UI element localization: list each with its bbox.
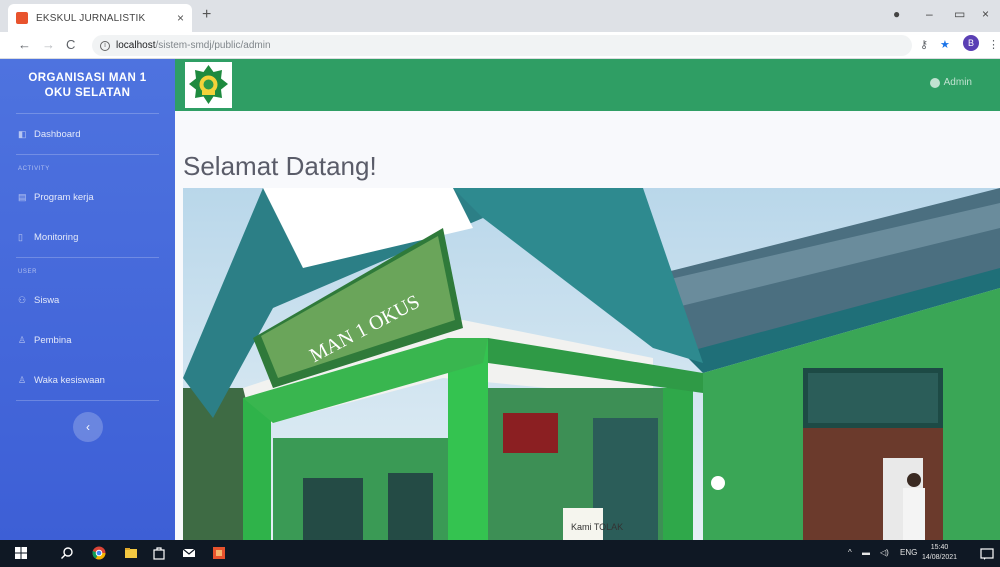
reload-button[interactable]: C [66,37,75,52]
sidebar-item-pembina[interactable]: ♙ Pembina [0,320,175,360]
sidebar-heading-activity: ACTIVITY [18,166,50,172]
sidebar-item-label: Waka kesiswaan [34,374,105,386]
sidebar-item-label: Dashboard [34,128,81,140]
url-host: localhost [116,40,156,51]
sidebar-item-label: Pembina [34,334,72,346]
kemenag-logo-icon [189,65,228,104]
close-window-button[interactable]: × [982,7,989,21]
sidebar-item-siswa[interactable]: ⚇ Siswa [0,280,175,320]
browser-tab-strip: EKSKUL JURNALISTIK × + ● – ▭ × [0,0,1000,32]
tray-chevron-icon[interactable]: ^ [848,548,852,557]
site-info-icon[interactable]: i [100,40,110,51]
sidebar-divider [16,257,159,258]
user-icon: ♙ [18,334,27,345]
main-content: Selamat Datang! MAN 1 OKUS Kami TOLAK [175,111,1000,540]
os-taskbar: ^ ▬ ◁) ENG 15:40 14/08/2021 [0,540,1000,567]
language-indicator[interactable]: ENG [900,548,917,557]
notification-icon[interactable] [980,547,994,561]
sidebar-item-label: Program kerja [34,191,94,203]
extension-icon[interactable]: ● [893,7,900,21]
school-building-photo: MAN 1 OKUS Kami TOLAK [183,188,1000,540]
clock-date: 14/08/2021 [922,554,958,561]
poster-text: Kami TOLAK [571,522,623,532]
windows-start-icon[interactable] [14,546,28,560]
file-icon: ▯ [18,231,23,242]
tab-close-icon[interactable]: × [177,11,184,25]
user-icon: ♙ [18,374,27,385]
maximize-button[interactable]: ▭ [954,7,965,21]
address-bar-row: ← → C i localhost/sistem-smdj/public/adm… [0,32,1000,59]
forward-button[interactable]: → [42,37,55,52]
sidebar-item-dashboard[interactable]: ◧ Dashboard [0,114,175,154]
minimize-button[interactable]: – [926,7,933,21]
sidebar: ORGANISASI MAN 1 OKU SELATAN ◧ Dashboard… [0,59,175,540]
profile-avatar[interactable]: B [963,35,979,51]
site-favicon-icon [16,12,28,24]
search-icon[interactable] [60,546,74,560]
sidebar-heading-users: USER [18,269,38,275]
table-icon: ▤ [18,191,27,202]
sidebar-item-monitoring[interactable]: ▯ Monitoring [0,217,175,257]
network-icon[interactable]: ▬ [862,548,870,557]
bookmark-star-icon[interactable]: ★ [940,38,950,51]
dashboard-icon: ◧ [18,128,27,139]
sidebar-item-program-kerja[interactable]: ▤ Program kerja [0,177,175,217]
chrome-icon[interactable] [92,546,106,560]
users-icon: ⚇ [18,294,27,305]
school-building-illustration: MAN 1 OKUS Kami TOLAK [183,188,1000,540]
sidebar-divider [16,400,159,401]
sidebar-toggle-button[interactable]: ‹ [73,412,103,442]
browser-menu-icon[interactable]: ⋮ [988,38,999,51]
browser-tab[interactable]: EKSKUL JURNALISTIK × [8,4,192,32]
sidebar-item-waka-kesiswaan[interactable]: ♙ Waka kesiswaan [0,360,175,400]
tab-title: EKSKUL JURNALISTIK [36,12,146,24]
key-icon[interactable]: ⚷ [920,38,928,51]
taskbar-clock[interactable]: 15:40 14/08/2021 [922,543,957,563]
app-icon[interactable] [212,546,226,560]
url-path: /sistem-smdj/public/admin [155,40,271,51]
store-icon[interactable] [152,546,166,560]
clock-time: 15:40 [930,544,949,551]
sidebar-item-label: Siswa [34,294,60,306]
user-name: Admin [943,77,972,88]
url-bar[interactable]: i localhost/sistem-smdj/public/admin [92,35,912,56]
school-logo [185,62,232,108]
file-explorer-icon[interactable] [124,546,138,560]
volume-icon[interactable]: ◁) [880,548,889,557]
sidebar-item-label: Monitoring [34,231,79,243]
page-title: Selamat Datang! [183,151,377,181]
user-menu[interactable]: Admin [929,77,972,88]
sidebar-divider [16,154,159,155]
mail-icon[interactable] [182,546,196,560]
sidebar-brand[interactable]: ORGANISASI MAN 1 OKU SELATAN [0,59,175,113]
back-button[interactable]: ← [18,37,31,52]
user-circle-icon [929,77,940,88]
topbar: Admin [175,59,1000,111]
new-tab-button[interactable]: + [202,6,211,24]
